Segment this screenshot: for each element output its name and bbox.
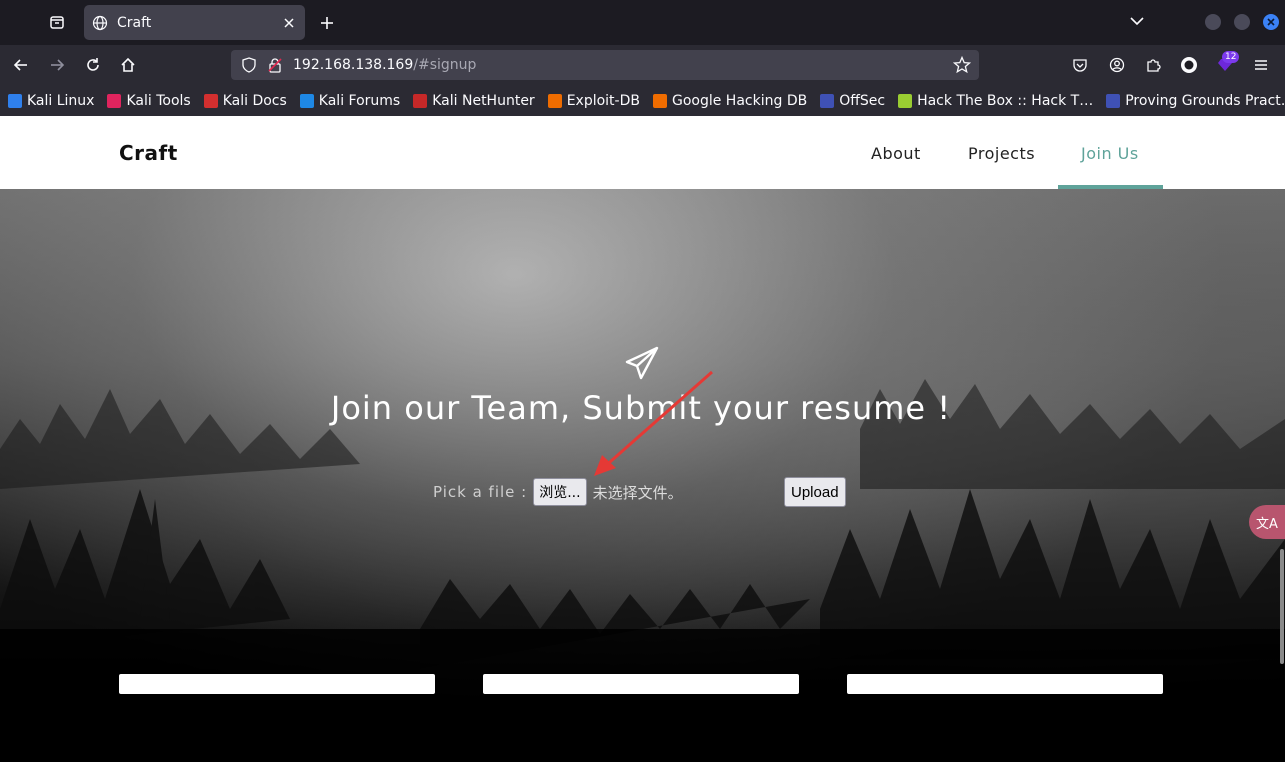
bookmarks-bar: Kali Linux Kali Tools Kali Docs Kali For… — [0, 85, 1285, 116]
chevron-down-icon[interactable] — [1126, 10, 1148, 32]
exploit-db-icon — [547, 93, 562, 108]
kali-linux-icon — [8, 93, 22, 108]
kali-docs-icon — [203, 93, 218, 108]
pick-file-label: Pick a file : — [433, 483, 528, 501]
url-host: 192.168.138.169 — [293, 57, 414, 73]
minimize-button[interactable] — [1205, 14, 1221, 30]
feature-card — [119, 674, 435, 694]
nav-projects-link[interactable]: Projects — [968, 144, 1035, 163]
forward-arrow-icon[interactable] — [45, 53, 69, 77]
feature-card — [847, 674, 1163, 694]
bookmark-kali-nethunter[interactable]: Kali NetHunter — [413, 93, 535, 109]
hack-the-box-icon — [898, 93, 913, 108]
url-bar[interactable]: 192.168.138.169/#signup — [231, 50, 979, 80]
bookmark-kali-forums[interactable]: Kali Forums — [299, 93, 400, 109]
google-hacking-db-icon — [652, 93, 667, 108]
home-icon[interactable] — [116, 53, 140, 77]
red-annotation-arrow — [594, 370, 713, 476]
feature-card — [483, 674, 799, 694]
bookmark-kali-linux[interactable]: Kali Linux — [8, 93, 94, 109]
reload-icon[interactable] — [81, 53, 105, 77]
account-icon[interactable] — [1107, 55, 1127, 75]
firefox-view-icon[interactable] — [44, 9, 70, 35]
close-tab-icon[interactable] — [281, 15, 297, 31]
browser-navigation-bar: 192.168.138.169/#signup 12 — [0, 45, 1285, 85]
nav-join-us-link[interactable]: Join Us — [1081, 144, 1139, 163]
extension-badge: 12 — [1222, 51, 1240, 63]
hamburger-menu-icon[interactable] — [1251, 55, 1271, 75]
bookmark-kali-docs[interactable]: Kali Docs — [203, 93, 287, 109]
globe-icon — [92, 15, 108, 31]
bookmark-kali-tools[interactable]: Kali Tools — [107, 93, 191, 109]
browser-tab[interactable]: Craft — [84, 5, 305, 40]
extensions-puzzle-icon[interactable] — [1143, 55, 1163, 75]
bookmark-google-hacking-db[interactable]: Google Hacking DB — [652, 93, 807, 109]
kali-nethunter-icon — [413, 93, 428, 108]
bookmark-offsec[interactable]: OffSec — [820, 93, 885, 109]
nav-about-link[interactable]: About — [871, 144, 921, 163]
site-brand[interactable]: Craft — [119, 141, 178, 165]
browser-tab-strip: Craft — [0, 0, 1285, 45]
circle-extension-icon[interactable] — [1179, 55, 1199, 75]
offsec-icon — [820, 93, 835, 108]
bookmark-star-icon[interactable] — [953, 56, 971, 74]
insecure-lock-icon[interactable] — [267, 57, 283, 73]
tab-title: Craft — [117, 14, 152, 31]
bookmark-exploit-db[interactable]: Exploit-DB — [547, 93, 640, 109]
shield-icon[interactable] — [241, 57, 257, 73]
page-scrollbar[interactable] — [1280, 549, 1284, 664]
upload-button[interactable]: Upload — [784, 477, 846, 507]
no-file-selected-text: 未选择文件。 — [592, 483, 683, 502]
page-viewport: Craft About Projects Join Us Join our Te… — [0, 116, 1285, 762]
bookmark-hack-the-box[interactable]: Hack The Box :: Hack T… — [898, 93, 1093, 109]
browse-file-button[interactable]: 浏览... — [533, 478, 587, 506]
back-arrow-icon[interactable] — [9, 53, 33, 77]
proving-grounds-icon — [1106, 93, 1121, 108]
bookmark-proving-grounds[interactable]: Proving Grounds Pract… — [1106, 93, 1285, 109]
pocket-icon[interactable] — [1070, 55, 1090, 75]
close-window-button[interactable] — [1263, 14, 1279, 30]
new-tab-icon[interactable] — [314, 10, 340, 36]
url-path: /#signup — [413, 57, 477, 73]
site-header: Craft About Projects Join Us — [0, 116, 1285, 189]
maximize-button[interactable] — [1234, 14, 1250, 30]
file-picker-row: Pick a file : 浏览... 未选择文件。 — [433, 476, 683, 508]
kali-tools-icon — [107, 93, 122, 108]
feature-cards — [0, 674, 1285, 694]
translate-icon[interactable]: 文A — [1249, 505, 1285, 539]
kali-forums-icon — [299, 93, 314, 108]
